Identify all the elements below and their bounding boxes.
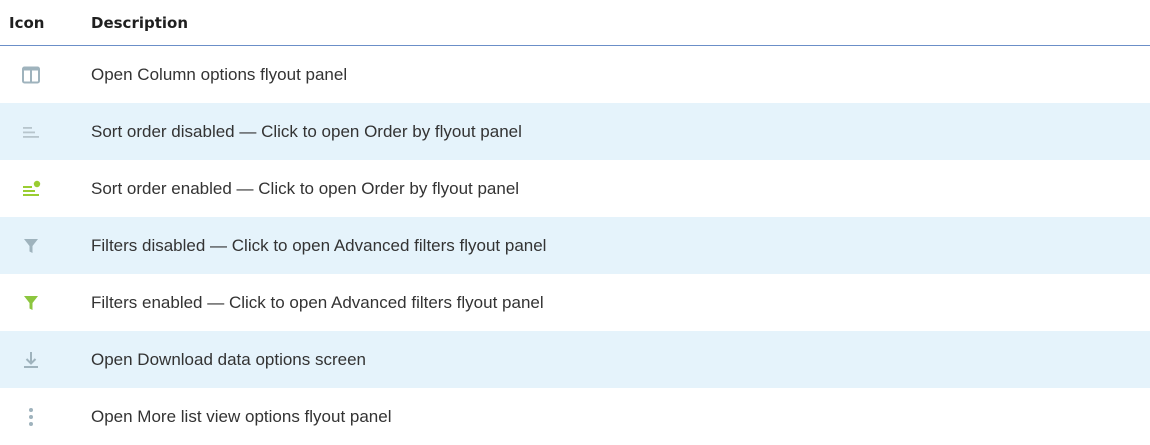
columns-icon [22, 66, 40, 83]
row-description: Open Column options flyout panel [91, 64, 348, 84]
row-description: Sort order enabled — Click to open Order… [91, 178, 520, 198]
table-row: Filters enabled — Click to open Advanced… [0, 274, 1150, 331]
table-header-row: Icon Description [0, 0, 1150, 46]
download-icon [24, 351, 38, 368]
filter-enabled-icon [24, 295, 38, 310]
more-options-icon [29, 407, 33, 426]
icon-column-header: Icon [0, 0, 91, 46]
icon-legend-table: Icon Description Open Column options fly… [0, 0, 1150, 445]
table-row: Sort order disabled — Click to open Orde… [0, 103, 1150, 160]
table-row: Open Column options flyout panel [0, 46, 1150, 104]
table-row: Filters disabled — Click to open Advance… [0, 217, 1150, 274]
row-description: Filters disabled — Click to open Advance… [91, 217, 1150, 274]
row-description: Open More list view options flyout panel [91, 406, 392, 426]
table-row: Open Download data options screen [0, 331, 1150, 388]
row-description: Open Download data options screen [91, 331, 1150, 388]
table-row: Sort order enabled — Click to open Order… [0, 160, 1150, 217]
filter-disabled-icon [24, 238, 38, 253]
description-column-header: Description [91, 0, 1150, 46]
sort-disabled-icon [23, 126, 39, 138]
row-description: Sort order disabled — Click to open Orde… [91, 103, 1150, 160]
sort-enabled-icon [23, 180, 41, 196]
row-description: Filters enabled — Click to open Advanced… [91, 292, 544, 312]
table-row: Open More list view options flyout panel [0, 388, 1150, 445]
